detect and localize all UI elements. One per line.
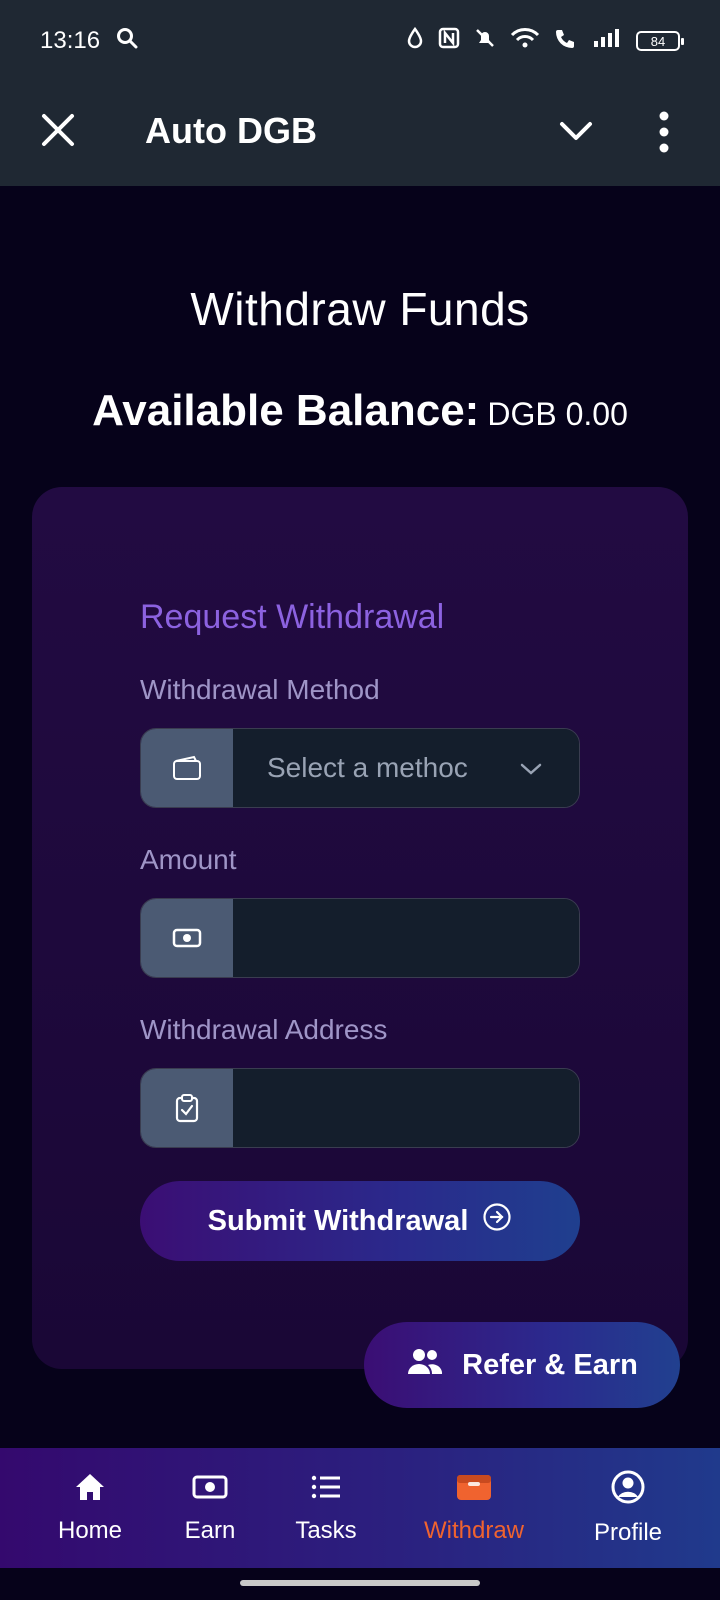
method-placeholder: Select a methoc xyxy=(267,752,468,783)
amount-label: Amount xyxy=(140,844,237,875)
refer-earn-button[interactable]: Refer & Earn xyxy=(364,1322,680,1408)
address-label: Withdrawal Address xyxy=(140,1014,388,1045)
close-icon[interactable] xyxy=(38,110,78,150)
submit-label: Submit Withdrawal xyxy=(207,1204,469,1237)
method-label: Withdrawal Method xyxy=(140,674,380,705)
users-icon xyxy=(406,1346,444,1384)
user-circle-icon xyxy=(611,1470,645,1511)
method-select[interactable]: Select a methoc xyxy=(140,728,580,808)
nav-earn-label: Earn xyxy=(184,1516,236,1544)
submit-withdrawal-button[interactable]: Submit Withdrawal xyxy=(140,1181,580,1261)
nav-withdraw[interactable]: Withdraw xyxy=(394,1448,554,1568)
nfc-icon xyxy=(438,27,460,56)
app-bar: Auto DGB xyxy=(0,82,720,186)
nav-profile[interactable]: Profile xyxy=(568,1448,688,1568)
nav-tasks-label: Tasks xyxy=(295,1516,357,1544)
arrow-right-circle-icon xyxy=(482,1202,512,1240)
nav-tasks[interactable]: Tasks xyxy=(266,1448,386,1568)
nav-withdraw-label: Withdraw xyxy=(423,1516,525,1544)
chevron-down-icon[interactable] xyxy=(556,112,596,152)
search-icon xyxy=(116,27,138,56)
bottom-nav: Home Earn Tasks Withdraw Profile xyxy=(0,1448,720,1568)
page-title: Withdraw Funds xyxy=(190,283,530,335)
chevron-down-icon xyxy=(519,752,543,784)
clipboard-check-icon xyxy=(141,1069,233,1147)
wifi-call-icon xyxy=(554,27,578,56)
home-icon xyxy=(74,1472,106,1509)
signal-icon xyxy=(592,27,622,56)
cash-icon xyxy=(141,899,233,977)
wifi-icon xyxy=(510,27,540,56)
more-vertical-icon[interactable] xyxy=(652,108,676,156)
battery-icon: 84 xyxy=(636,31,684,51)
balance-value: DGB 0.00 xyxy=(487,396,628,432)
drop-icon xyxy=(406,26,424,56)
nav-home-label: Home xyxy=(57,1516,123,1544)
refer-label: Refer & Earn xyxy=(462,1348,638,1381)
address-field[interactable] xyxy=(140,1068,580,1148)
nav-earn[interactable]: Earn xyxy=(150,1448,270,1568)
balance-line: Available Balance: DGB 0.00 xyxy=(0,386,720,436)
home-indicator[interactable] xyxy=(240,1580,480,1586)
method-select-control[interactable]: Select a methoc xyxy=(233,729,579,807)
status-time: 13:16 xyxy=(40,27,101,54)
bell-off-icon xyxy=(474,27,496,56)
nav-profile-label: Profile xyxy=(593,1518,663,1546)
list-icon xyxy=(310,1472,342,1509)
amount-input[interactable] xyxy=(233,899,579,977)
status-icons: 84 xyxy=(406,26,684,56)
nav-home[interactable]: Home xyxy=(30,1448,150,1568)
card-title: Request Withdrawal xyxy=(140,598,445,636)
wallet-icon xyxy=(455,1472,493,1509)
amount-field[interactable] xyxy=(140,898,580,978)
address-input[interactable] xyxy=(233,1069,579,1147)
wallet-icon xyxy=(141,729,233,807)
status-bar: 13:16 84 xyxy=(0,0,720,82)
balance-label: Available Balance: xyxy=(92,386,480,435)
app-title: Auto DGB xyxy=(145,110,317,151)
cash-icon xyxy=(192,1472,228,1509)
